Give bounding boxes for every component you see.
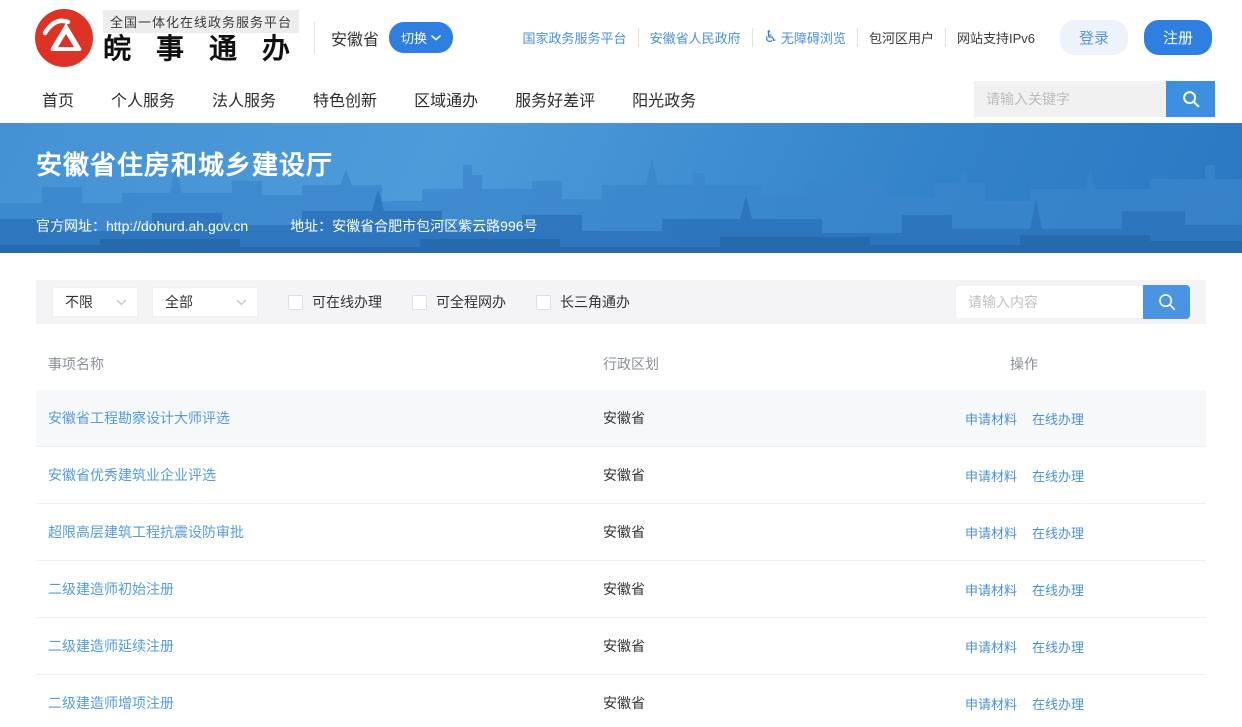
nav-item-regional[interactable]: 区域通办: [414, 87, 478, 111]
column-header-actions: 操作: [965, 354, 1194, 374]
row-region: 安徽省: [603, 693, 965, 713]
handle-online-link[interactable]: 在线办理: [1032, 637, 1084, 656]
table-row: 二级建造师延续注册 安徽省 申请材料 在线办理: [36, 618, 1206, 675]
handle-online-link[interactable]: 在线办理: [1032, 523, 1084, 542]
department-title: 安徽省住房和城乡建设厅: [36, 145, 1206, 182]
accessibility-label: 无障碍浏览: [781, 28, 846, 47]
apply-materials-link[interactable]: 申请材料: [965, 466, 1017, 485]
apply-materials-link[interactable]: 申请材料: [965, 637, 1017, 656]
checkbox-icon: [288, 295, 303, 310]
apply-materials-link[interactable]: 申请材料: [965, 409, 1017, 428]
brand-block: 全国一体化在线政务服务平台 皖事通办: [103, 10, 308, 65]
current-region-label: 安徽省: [331, 26, 379, 50]
type-dropdown-value: 全部: [165, 292, 193, 312]
accessibility-icon: ♿: [764, 30, 778, 46]
handle-online-link[interactable]: 在线办理: [1032, 466, 1084, 485]
column-header-item-name: 事项名称: [48, 354, 603, 374]
item-name-link[interactable]: 安徽省工程勘察设计大师评选: [48, 410, 230, 426]
item-name-link[interactable]: 二级建造师增项注册: [48, 695, 174, 711]
handle-online-link[interactable]: 在线办理: [1032, 694, 1084, 713]
apply-materials-link[interactable]: 申请材料: [965, 694, 1017, 713]
link-ipv6[interactable]: 网站支持IPv6: [945, 28, 1046, 47]
checkbox-fully-online[interactable]: 可全程网办: [412, 292, 506, 312]
apply-materials-link[interactable]: 申请材料: [965, 523, 1017, 542]
chevron-down-icon: [236, 299, 247, 306]
register-button[interactable]: 注册: [1144, 20, 1212, 55]
apply-materials-link[interactable]: 申请材料: [965, 580, 1017, 599]
handle-online-link[interactable]: 在线办理: [1032, 580, 1084, 599]
item-name-link[interactable]: 二级建造师延续注册: [48, 638, 174, 654]
nav-item-legal[interactable]: 法人服务: [212, 87, 276, 111]
filter-search: [955, 285, 1190, 319]
department-address: 地址：安徽省合肥市包河区紫云路996号: [290, 216, 537, 236]
checkbox-online[interactable]: 可在线办理: [288, 292, 382, 312]
row-region: 安徽省: [603, 522, 965, 542]
nav-search: [974, 81, 1215, 117]
main-content: 不限 全部 可在线办理 可全程网办 长三角通办: [36, 280, 1206, 727]
table-row: 二级建造师初始注册 安徽省 申请材料 在线办理: [36, 561, 1206, 618]
checkbox-icon: [412, 295, 427, 310]
checkbox-icon: [536, 295, 551, 310]
content-search-input[interactable]: [955, 285, 1143, 319]
content-search-button[interactable]: [1143, 285, 1190, 319]
official-website: 官方网址：http://dohurd.ah.gov.cn: [36, 216, 248, 236]
chevron-down-icon: [116, 299, 127, 306]
main-nav: 首页 个人服务 法人服务 特色创新 区域通办 服务好差评 阳光政务: [0, 75, 1242, 123]
row-region: 安徽省: [603, 636, 965, 656]
column-header-region: 行政区划: [603, 354, 965, 374]
row-region: 安徽省: [603, 408, 965, 428]
checkbox-fully-online-label: 可全程网办: [436, 292, 506, 312]
row-region: 安徽省: [603, 465, 965, 485]
region-dropdown[interactable]: 不限: [52, 287, 138, 317]
search-icon: [1156, 291, 1178, 313]
checkbox-yangtze-delta[interactable]: 长三角通办: [536, 292, 630, 312]
checkbox-yangtze-delta-label: 长三角通办: [560, 292, 630, 312]
keyword-search-input[interactable]: [974, 81, 1166, 117]
item-name-link[interactable]: 安徽省优秀建筑业企业评选: [48, 467, 216, 483]
header-links: 国家政务服务平台 安徽省人民政府 ♿ 无障碍浏览 包河区用户 网站支持IPv6 …: [512, 20, 1212, 55]
row-region: 安徽省: [603, 579, 965, 599]
nav-item-innovation[interactable]: 特色创新: [313, 87, 377, 111]
platform-tagline: 全国一体化在线政务服务平台: [103, 10, 299, 33]
search-icon: [1180, 88, 1202, 110]
banner-content: 安徽省住房和城乡建设厅 官方网址：http://dohurd.ah.gov.cn…: [0, 123, 1242, 236]
department-info: 官方网址：http://dohurd.ah.gov.cn 地址：安徽省合肥市包河…: [36, 216, 1206, 236]
nav-item-home[interactable]: 首页: [42, 87, 74, 111]
table-row: 安徽省工程勘察设计大师评选 安徽省 申请材料 在线办理: [36, 390, 1206, 447]
department-banner: 安徽省住房和城乡建设厅 官方网址：http://dohurd.ah.gov.cn…: [0, 123, 1242, 253]
link-baohe-user[interactable]: 包河区用户: [857, 28, 945, 47]
divider: [314, 22, 315, 54]
keyword-search-button[interactable]: [1166, 81, 1215, 117]
table-row: 二级建造师增项注册 安徽省 申请材料 在线办理: [36, 675, 1206, 727]
item-name-link[interactable]: 超限高层建筑工程抗震设防审批: [48, 524, 244, 540]
table-header: 事项名称 行政区划 操作: [36, 324, 1206, 390]
handle-online-link[interactable]: 在线办理: [1032, 409, 1084, 428]
item-name-link[interactable]: 二级建造师初始注册: [48, 581, 174, 597]
top-header: 全国一体化在线政务服务平台 皖事通办 安徽省 切换 国家政务服务平台 安徽省人民…: [0, 0, 1242, 75]
region-dropdown-value: 不限: [65, 292, 93, 312]
nav-item-sunshine[interactable]: 阳光政务: [632, 87, 696, 111]
nav-item-personal[interactable]: 个人服务: [111, 87, 175, 111]
link-accessibility[interactable]: ♿ 无障碍浏览: [752, 28, 857, 47]
login-button[interactable]: 登录: [1060, 20, 1128, 55]
switch-region-button[interactable]: 切换: [389, 22, 453, 53]
table-row: 安徽省优秀建筑业企业评选 安徽省 申请材料 在线办理: [36, 447, 1206, 504]
filter-bar: 不限 全部 可在线办理 可全程网办 长三角通办: [36, 280, 1206, 324]
table-row: 超限高层建筑工程抗震设防审批 安徽省 申请材料 在线办理: [36, 504, 1206, 561]
checkbox-online-label: 可在线办理: [312, 292, 382, 312]
switch-label: 切换: [401, 28, 427, 47]
site-name: 皖事通办: [103, 33, 308, 65]
nav-item-rating[interactable]: 服务好差评: [515, 87, 595, 111]
link-national-platform[interactable]: 国家政务服务平台: [512, 28, 638, 47]
site-logo-icon: [35, 9, 93, 67]
type-dropdown[interactable]: 全部: [152, 287, 258, 317]
chevron-down-icon: [431, 35, 441, 41]
link-anhui-gov[interactable]: 安徽省人民政府: [638, 28, 752, 47]
